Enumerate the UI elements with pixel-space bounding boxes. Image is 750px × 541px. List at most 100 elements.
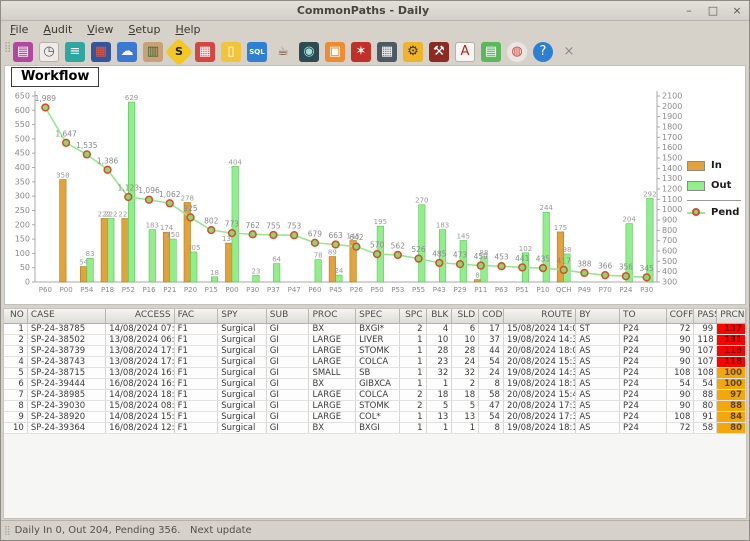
svg-text:83: 83 — [86, 250, 95, 258]
column-header-by[interactable]: BY — [576, 309, 620, 323]
cell-blk: 1 — [427, 379, 453, 389]
column-header-sub[interactable]: SUB — [267, 309, 310, 323]
svg-text:629: 629 — [125, 94, 138, 102]
report-icon[interactable]: ▤ — [481, 42, 501, 62]
column-header-spec[interactable]: SPEC — [356, 309, 400, 323]
table-row[interactable]: 2SP-24-3850213/08/2024 06:39F1SurgicalGI… — [4, 335, 746, 346]
cell-no: 5 — [4, 368, 28, 378]
case-viewer-icon[interactable]: ◉ — [299, 42, 319, 62]
menu-help[interactable]: Help — [175, 23, 200, 36]
svg-text:P70: P70 — [599, 286, 612, 294]
calendar-icon[interactable]: ▦ — [195, 42, 215, 62]
svg-text:P53: P53 — [391, 286, 404, 294]
cell-prcn: 80 — [717, 423, 746, 433]
cell-coff: 90 — [667, 335, 695, 345]
column-header-cod[interactable]: COD.. — [479, 309, 504, 323]
coffee-cup-icon[interactable]: ☕ — [273, 42, 293, 62]
table-row[interactable]: 9SP-24-3892014/08/2024 15:09F1SurgicalGI… — [4, 412, 746, 423]
svg-text:P26: P26 — [350, 286, 364, 294]
help-icon[interactable]: ? — [533, 42, 553, 62]
road-sign-icon[interactable]: S — [165, 37, 193, 65]
table-row[interactable]: 7SP-24-3898514/08/2024 18:02F1SurgicalGI… — [4, 390, 746, 401]
menu-view[interactable]: View — [87, 23, 113, 36]
column-header-route[interactable]: ROUTE — [504, 309, 576, 323]
database-document-icon[interactable]: ▤ — [13, 42, 33, 62]
window-title: CommonPaths - Daily — [43, 4, 683, 17]
table-row[interactable]: 1SP-24-3878514/08/2024 07:59F1SurgicalGI… — [4, 324, 746, 335]
cell-access: 13/08/2024 16:20 — [106, 368, 174, 378]
cell-to: P24 — [620, 346, 667, 356]
clipboard-checklist-icon[interactable]: ≡ — [65, 42, 85, 62]
clock-24-icon[interactable]: ◷ — [39, 42, 59, 62]
cell-to: P24 — [620, 324, 667, 334]
cell-pass: 107 — [694, 357, 717, 367]
svg-text:345: 345 — [639, 264, 654, 273]
notes-icon[interactable]: ▯ — [221, 42, 241, 62]
cloud-icon[interactable]: ☁ — [117, 42, 137, 62]
svg-text:570: 570 — [370, 241, 385, 250]
color-tiles-icon[interactable]: ▦ — [91, 42, 111, 62]
close-tool-icon[interactable]: × — [559, 42, 579, 62]
sql-file-icon[interactable]: SQL — [247, 42, 267, 62]
table-row[interactable]: 5SP-24-3871513/08/2024 16:20F1SurgicalGI… — [4, 368, 746, 379]
svg-text:642: 642 — [349, 233, 364, 242]
column-header-sld[interactable]: SLD — [452, 309, 479, 323]
spreadsheet-chart-icon[interactable]: ▥ — [143, 42, 163, 62]
cell-route: 20/08/2024 15:35 — [504, 357, 576, 367]
table-row[interactable]: 10SP-24-3936416/08/2024 12:45F1SurgicalG… — [4, 423, 746, 434]
svg-text:105: 105 — [187, 244, 200, 252]
pdf-icon[interactable]: A — [455, 42, 475, 62]
cell-fac: F1 — [175, 324, 219, 334]
column-header-fac[interactable]: FAC — [175, 309, 219, 323]
cell-pass: 80 — [694, 401, 717, 411]
minimize-button[interactable]: – — [683, 5, 695, 17]
column-header-spc[interactable]: SPC — [400, 309, 427, 323]
table-row[interactable]: 4SP-24-3874313/08/2024 17:54F1SurgicalGI… — [4, 357, 746, 368]
column-header-case[interactable]: CASE — [28, 309, 106, 323]
column-header-prcn[interactable]: PRCN — [717, 309, 746, 323]
cell-spec: BXGI — [356, 423, 400, 433]
cell-no: 8 — [4, 401, 28, 411]
toolbar-grip[interactable]: ⣿ — [4, 42, 9, 53]
column-header-to[interactable]: TO — [620, 309, 667, 323]
column-header-proc[interactable]: PROC — [309, 309, 356, 323]
table-row[interactable]: 3SP-24-3873913/08/2024 17:32F1SurgicalGI… — [4, 346, 746, 357]
column-header-blk[interactable]: BLK — [427, 309, 453, 323]
menu-bar: File Audit View Setup Help — [1, 21, 749, 38]
burst-icon[interactable]: ✶ — [351, 42, 371, 62]
cell-to: P24 — [620, 401, 667, 411]
tools-icon[interactable]: ⚒ — [429, 42, 449, 62]
column-header-spy[interactable]: SPY — [218, 309, 267, 323]
cell-prcn: 88 — [717, 401, 746, 411]
column-header-pass[interactable]: PASS — [694, 309, 717, 323]
maximize-button[interactable]: □ — [707, 5, 719, 17]
cell-coff: 90 — [667, 357, 695, 367]
svg-text:753: 753 — [287, 222, 302, 231]
lifebuoy-icon[interactable]: ◍ — [507, 42, 527, 62]
close-button[interactable]: × — [731, 5, 743, 17]
image-icon[interactable]: ▣ — [325, 42, 345, 62]
svg-text:195: 195 — [374, 218, 387, 226]
menu-audit[interactable]: Audit — [43, 23, 72, 36]
menu-setup[interactable]: Setup — [128, 23, 160, 36]
svg-text:400: 400 — [15, 163, 30, 172]
title-bar[interactable]: CommonPaths - Daily –□ × — [1, 1, 749, 21]
cell-spc: 2 — [400, 324, 427, 334]
gear-icon[interactable]: ⚙ — [403, 42, 423, 62]
column-header-access[interactable]: ACCESS — [106, 309, 174, 323]
menu-file[interactable]: File — [10, 23, 28, 36]
cell-cod: 54 — [479, 357, 504, 367]
cell-spec: STOMK — [356, 346, 400, 356]
cell-cod: 47 — [479, 401, 504, 411]
cell-fac: F1 — [175, 368, 219, 378]
table-row[interactable]: 6SP-24-3944416/08/2024 16:44F1SurgicalGI… — [4, 379, 746, 390]
column-header-no[interactable]: NO — [4, 309, 28, 323]
cell-fac: F1 — [175, 390, 219, 400]
calculator-icon[interactable]: ▦ — [377, 42, 397, 62]
cell-coff: 108 — [667, 368, 695, 378]
column-header-coff[interactable]: COFF — [667, 309, 695, 323]
statusbar-grip: ⣿ — [4, 526, 9, 536]
table-row[interactable]: 8SP-24-3903015/08/2024 08:40F1SurgicalGI… — [4, 401, 746, 412]
svg-text:P00: P00 — [225, 286, 238, 294]
cell-pass: 88 — [694, 390, 717, 400]
